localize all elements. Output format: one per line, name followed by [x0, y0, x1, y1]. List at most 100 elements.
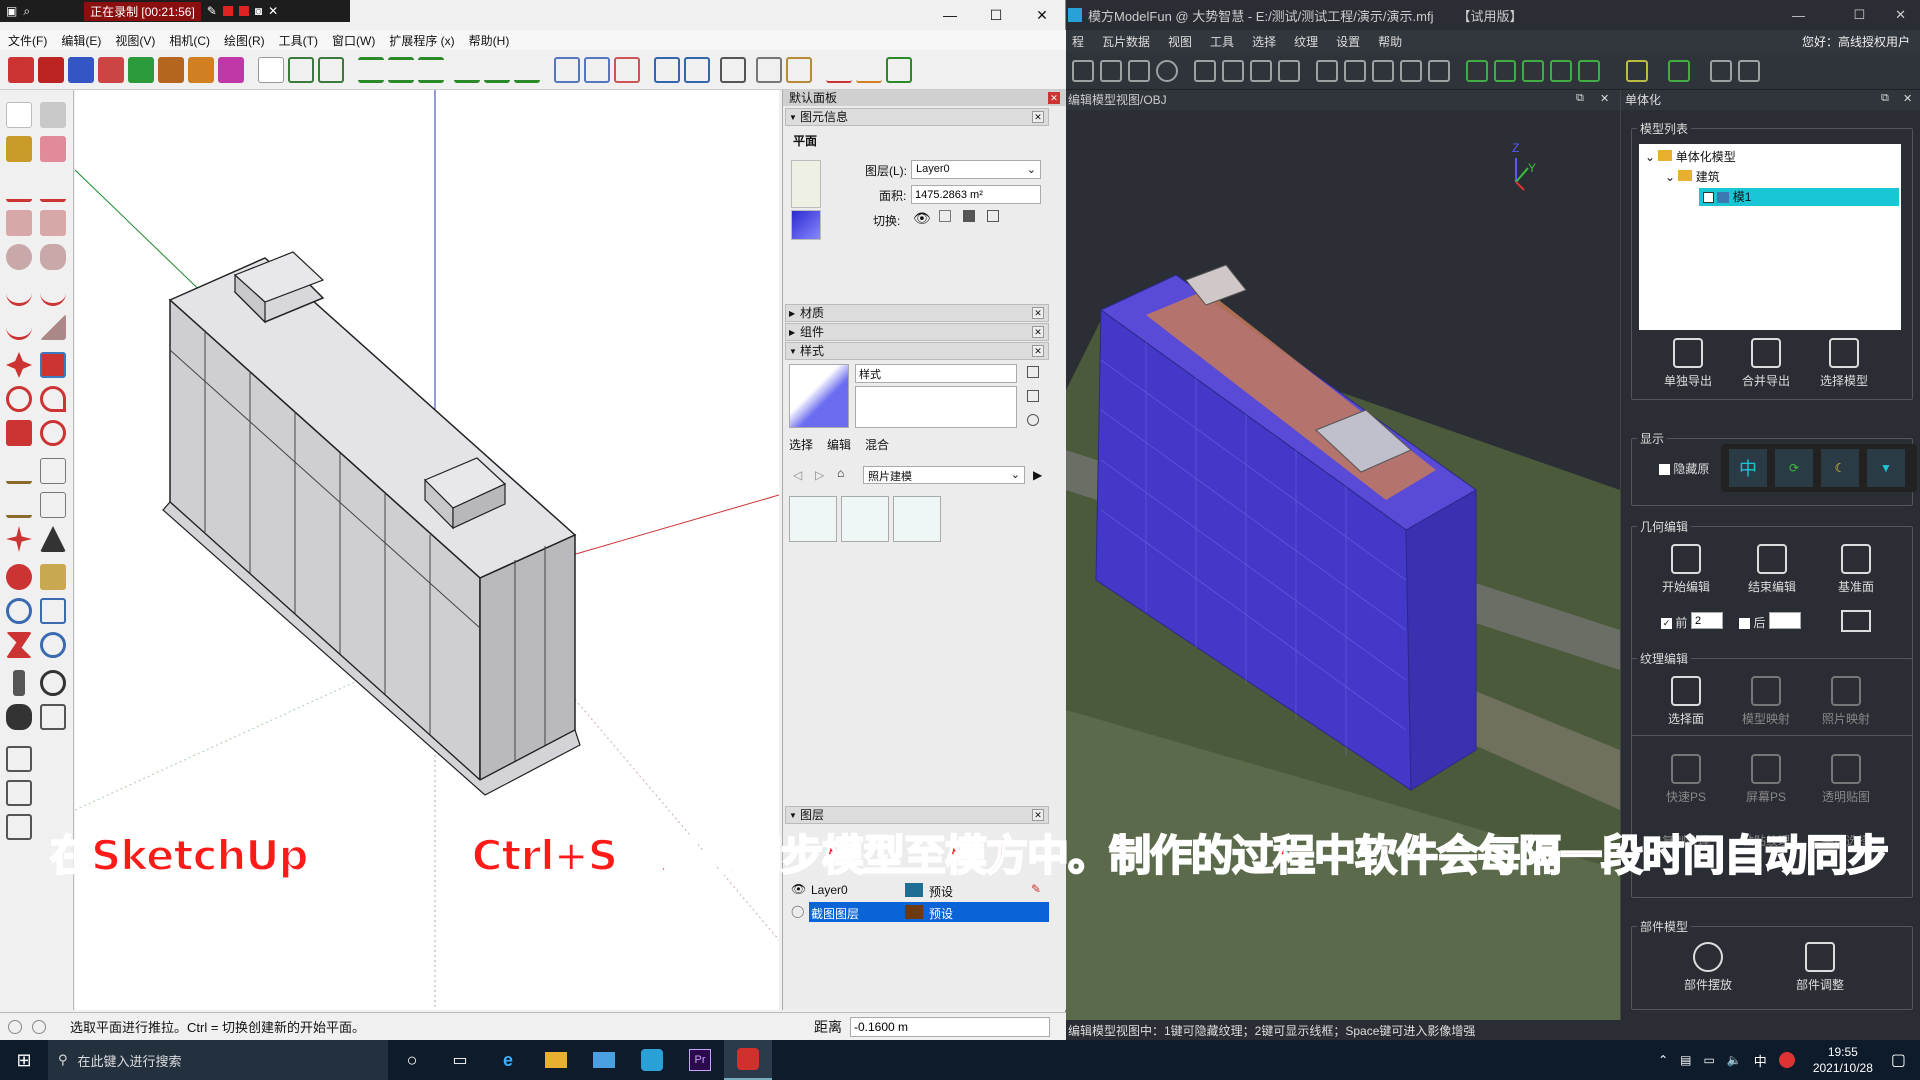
eraser-icon[interactable]	[40, 136, 66, 162]
select-face-button[interactable]: 选择面	[1651, 676, 1721, 727]
text-tool-icon[interactable]	[40, 492, 66, 518]
menu-tools[interactable]: 工具	[1210, 33, 1234, 50]
screenshot-icon[interactable]	[1841, 610, 1871, 632]
front-material-swatch[interactable]	[791, 160, 821, 208]
geolocation-icon[interactable]	[8, 1019, 22, 1034]
building-icon[interactable]	[1428, 59, 1450, 82]
recorder-camera-icon[interactable]: ◙	[255, 4, 262, 18]
expand-icon[interactable]	[1738, 59, 1760, 82]
menu-select[interactable]: 选择	[1252, 33, 1276, 50]
line-icon-2[interactable]	[484, 57, 510, 83]
tab-mix[interactable]: 混合	[865, 436, 889, 453]
previous-view-icon[interactable]	[40, 632, 66, 658]
tray-chevron-icon[interactable]: ⌃	[1658, 1053, 1668, 1067]
grid-icon-2[interactable]	[584, 56, 610, 83]
minimize-icon[interactable]: —	[1773, 8, 1823, 23]
cube-icon[interactable]	[1344, 59, 1366, 82]
hide-original-option[interactable]: 隐藏原	[1659, 460, 1709, 477]
axes-icon[interactable]	[6, 526, 32, 552]
position-camera-icon[interactable]	[13, 670, 25, 696]
arc-icon[interactable]	[6, 280, 32, 306]
save-style-icon[interactable]	[1027, 366, 1039, 378]
recorder-close-icon[interactable]: ✕	[268, 4, 278, 18]
terrain-icon[interactable]	[1250, 59, 1272, 82]
menu-camera[interactable]: 相机(C)	[169, 32, 210, 49]
back-material-swatch[interactable]	[791, 210, 821, 240]
receive-shadow-icon[interactable]	[963, 210, 975, 222]
close-icon[interactable]: ✕	[1895, 7, 1906, 23]
premiere-icon[interactable]: Pr	[676, 1049, 724, 1071]
road-icon[interactable]	[1550, 59, 1572, 82]
component-icon[interactable]	[40, 102, 66, 128]
look-around-icon[interactable]	[40, 670, 66, 696]
grid-view-icon[interactable]	[1316, 59, 1338, 82]
align-icon-1[interactable]	[358, 56, 384, 83]
back-value-field[interactable]	[1769, 612, 1801, 629]
recorder-pen-icon[interactable]: ✎	[207, 4, 217, 18]
layer-row[interactable]: 👁 Layer0 预设 ✎	[785, 880, 1049, 900]
push-pull-tool-icon[interactable]	[40, 352, 66, 378]
transparent-map-button[interactable]: 透明贴图	[1811, 754, 1881, 805]
menu-file[interactable]: 文件(F)	[8, 32, 47, 49]
style-swatch-3[interactable]	[893, 496, 941, 542]
update-style-icon[interactable]	[1027, 414, 1039, 426]
maximize-icon[interactable]: ☐	[973, 0, 1019, 30]
tool-icon[interactable]	[1668, 59, 1690, 82]
layer-visibility-eye-icon[interactable]: ◯	[791, 904, 804, 918]
recorder-window-icon[interactable]: ▣	[6, 4, 17, 18]
layer-color-swatch[interactable]	[905, 883, 923, 897]
table-icon-1[interactable]	[654, 56, 680, 83]
place-parts-button[interactable]: 部件摆放	[1673, 942, 1743, 993]
chevron-down-icon[interactable]: ⌄	[1665, 170, 1675, 184]
tree-icon[interactable]	[1522, 59, 1544, 82]
follow-me-icon[interactable]	[40, 386, 66, 412]
extension-icon-3[interactable]	[98, 56, 124, 83]
ime-indicator[interactable]: 中	[1754, 1051, 1767, 1070]
section-icon[interactable]	[720, 56, 746, 83]
style-collection-select[interactable]: 照片建模 ⌄	[863, 466, 1025, 484]
menu-view[interactable]: 视图(V)	[115, 32, 155, 49]
start-edit-button[interactable]: 开始编辑	[1651, 544, 1721, 595]
menu-tile-data[interactable]: 瓦片数据	[1102, 33, 1150, 50]
sogou-icon[interactable]	[1778, 1052, 1795, 1068]
tab-select[interactable]: 选择	[789, 436, 813, 453]
sketchup-app-icon[interactable]	[724, 1040, 772, 1080]
section-plane-icon[interactable]	[40, 704, 66, 730]
forward-arrow-icon[interactable]: ▷	[815, 468, 824, 482]
tray-close-icon[interactable]: ✕	[1048, 92, 1060, 104]
measurements-box[interactable]	[850, 1016, 1050, 1037]
split-view-icon[interactable]	[1100, 59, 1122, 82]
merge-export-button[interactable]: 合并导出	[1731, 338, 1801, 389]
sheet-icon-1[interactable]	[756, 56, 782, 83]
pen-icon[interactable]	[856, 57, 882, 83]
table-icon-2[interactable]	[684, 56, 710, 83]
entity-info-header[interactable]: 图元信息✕	[785, 108, 1049, 126]
frame-icon[interactable]	[1626, 59, 1648, 82]
recorder-zoom-icon[interactable]: ⌕	[23, 4, 30, 19]
rectangle-icon[interactable]	[6, 210, 32, 236]
screen-ps-button[interactable]: 屏幕PS	[1731, 754, 1801, 805]
layers-close-icon[interactable]: ✕	[1032, 809, 1044, 821]
cut-icon[interactable]	[1466, 59, 1488, 82]
components-header[interactable]: 组件✕	[785, 323, 1049, 341]
lock-icon[interactable]	[939, 210, 951, 222]
task-view-icon[interactable]: ▭	[436, 1050, 484, 1070]
file-explorer-icon[interactable]	[532, 1052, 580, 1068]
zoom-window-icon[interactable]	[318, 56, 344, 83]
align-icon-2[interactable]	[388, 56, 414, 83]
close-icon[interactable]: ✕	[1019, 0, 1065, 30]
zoom-extents-icon[interactable]	[288, 56, 314, 83]
tree-model-item[interactable]: 模1	[1699, 188, 1899, 206]
end-edit-button[interactable]: 结束编辑	[1737, 544, 1807, 595]
styles-header[interactable]: 样式✕	[785, 342, 1049, 360]
sandbox-icon-1[interactable]	[6, 746, 32, 772]
curve-icon[interactable]	[826, 57, 852, 83]
drone-icon[interactable]	[1372, 59, 1394, 82]
menu-view[interactable]: 视图	[1168, 33, 1192, 50]
style-name-field[interactable]	[855, 364, 1017, 383]
pie-icon[interactable]	[40, 314, 66, 340]
sandbox-icon-3[interactable]	[6, 814, 32, 840]
three-point-arc-icon[interactable]	[6, 314, 32, 340]
front-value-field[interactable]	[1691, 612, 1723, 629]
menu-texture[interactable]: 纹理	[1294, 33, 1318, 50]
